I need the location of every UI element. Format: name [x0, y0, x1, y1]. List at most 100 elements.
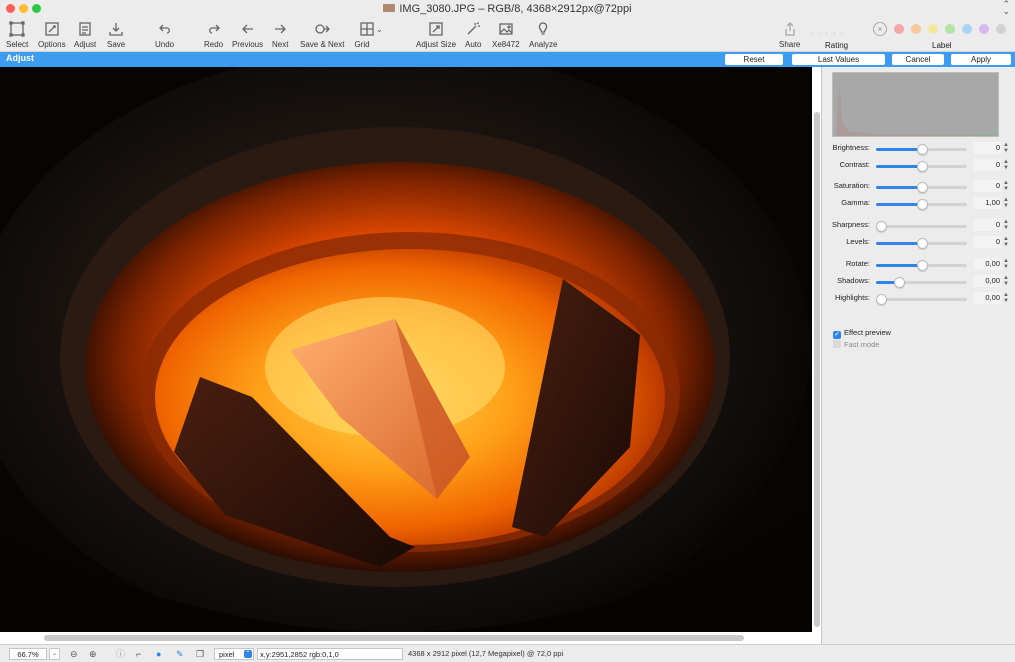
levels-stepper-icon[interactable]: ▲ ▼	[1003, 236, 1009, 248]
label-yellow[interactable]	[928, 24, 938, 34]
share-label: Share	[779, 40, 801, 49]
fast-mode-checkbox[interactable]: Fast mode	[833, 340, 879, 349]
sharpness-label: Sharpness:	[832, 220, 870, 229]
highlights-value-field[interactable]: 0,00	[974, 292, 1001, 304]
adjust-size-button[interactable]: Adjust Size	[416, 21, 456, 49]
shadows-slider[interactable]	[876, 277, 967, 288]
share-button[interactable]: Share	[779, 21, 800, 49]
previous-button[interactable]: Previous	[232, 21, 263, 49]
save-icon	[109, 23, 123, 36]
zoom-dropdown-icon[interactable]: ⌄	[49, 648, 60, 660]
options-button[interactable]: Options	[38, 21, 66, 49]
gamma-slider[interactable]	[876, 199, 967, 210]
brightness-value-field[interactable]: 0	[974, 142, 1001, 154]
zoom-out-icon[interactable]: ⊖	[70, 648, 78, 660]
levels-slider-fill	[876, 242, 922, 245]
shadows-slider-knob[interactable]	[893, 277, 905, 288]
no-label-icon[interactable]: ×	[873, 22, 887, 36]
select-tool-button[interactable]: Select	[6, 21, 28, 49]
label-gray[interactable]	[996, 24, 1006, 34]
highlights-slider-knob[interactable]	[876, 294, 887, 305]
sharpness-slider[interactable]	[876, 221, 967, 232]
redo-button[interactable]: Redo	[204, 21, 223, 49]
gamma-stepper-icon[interactable]: ▲ ▼	[1003, 197, 1009, 209]
auto-button[interactable]: Auto	[465, 21, 481, 49]
zoom-in-icon[interactable]: ⊕	[89, 648, 97, 660]
undo-icon	[158, 24, 170, 34]
toolbar: IMG_3080.JPG – RGB/8, 4368×2912px@72ppi …	[0, 0, 1015, 52]
vertical-scrollbar[interactable]	[814, 112, 820, 627]
save-button[interactable]: Save	[107, 21, 125, 49]
adjust-label: Adjust	[74, 40, 97, 49]
fast-mode-label: Fast mode	[844, 340, 880, 349]
contrast-label: Contrast:	[839, 160, 870, 169]
label-orange[interactable]	[911, 24, 921, 34]
undo-button[interactable]: Undo	[155, 21, 174, 49]
highlights-slider[interactable]	[876, 294, 967, 305]
rating-stars[interactable]: ·····	[810, 29, 848, 38]
info-icon[interactable]: ⓘ	[116, 648, 125, 660]
xe-button[interactable]: Xe8472	[492, 21, 520, 49]
effect-preview-checkbox[interactable]: ✓ Effect preview	[833, 328, 891, 339]
checkmark-icon: ✓	[833, 331, 841, 339]
options-icon	[45, 22, 59, 36]
label-purple[interactable]	[979, 24, 989, 34]
contrast-value-field[interactable]: 0	[974, 159, 1001, 171]
rotate-slider[interactable]	[876, 260, 967, 271]
gamma-value-field[interactable]: 1,00	[974, 197, 1001, 209]
label-blue[interactable]	[962, 24, 972, 34]
levels-slider[interactable]	[876, 238, 967, 249]
crop-icon[interactable]: ⌐	[136, 648, 141, 660]
shadows-stepper-icon[interactable]: ▲ ▼	[1003, 275, 1009, 287]
options-label: Options	[38, 40, 66, 49]
globe-icon[interactable]: ●	[156, 648, 161, 660]
gamma-slider-knob[interactable]	[916, 199, 928, 210]
slider-row: Contrast: 0 ▲ ▼	[823, 159, 1015, 172]
horizontal-scrollbar[interactable]	[44, 635, 744, 641]
rotate-slider-knob[interactable]	[916, 260, 928, 271]
grid-chevron-down-icon[interactable]: ⌄	[376, 24, 383, 36]
next-button[interactable]: Next	[272, 21, 288, 49]
label-red[interactable]	[894, 24, 904, 34]
saturation-slider-knob[interactable]	[916, 182, 928, 193]
toolbar-overflow-icon[interactable]: ⌃ ⌄	[1002, 0, 1010, 16]
saturation-stepper-icon[interactable]: ▲ ▼	[1003, 180, 1009, 192]
reset-button[interactable]: Reset	[725, 54, 783, 65]
contrast-slider-knob[interactable]	[916, 161, 928, 172]
contrast-slider[interactable]	[876, 161, 967, 172]
label-green[interactable]	[945, 24, 955, 34]
brightness-slider-knob[interactable]	[916, 144, 928, 155]
rotate-value-field[interactable]: 0,00	[974, 258, 1001, 270]
adjust-bar-title: Adjust	[6, 53, 34, 63]
wrench-icon[interactable]: ✎	[176, 648, 184, 660]
image-viewport[interactable]	[0, 67, 822, 644]
highlights-stepper-icon[interactable]: ▲ ▼	[1003, 292, 1009, 304]
label-label: Label	[932, 41, 952, 50]
rotate-stepper-icon[interactable]: ▲ ▼	[1003, 258, 1009, 270]
copy-icon[interactable]: ❐	[196, 648, 204, 660]
sharpness-stepper-icon[interactable]: ▲ ▼	[1003, 219, 1009, 231]
cancel-button[interactable]: Cancel	[892, 54, 944, 65]
apply-button[interactable]: Apply	[951, 54, 1011, 65]
save-next-button[interactable]: Save & Next	[300, 21, 344, 49]
last-values-button[interactable]: Last Values	[792, 54, 885, 65]
zoom-field[interactable]: 66.7%	[9, 648, 47, 660]
unit-select-value: pixel	[219, 650, 235, 659]
adjust-button[interactable]: Adjust	[74, 21, 96, 49]
analyze-button[interactable]: Analyze	[529, 21, 557, 49]
brightness-label: Brightness:	[832, 143, 870, 152]
contrast-stepper-icon[interactable]: ▲ ▼	[1003, 159, 1009, 171]
saturation-slider[interactable]	[876, 182, 967, 193]
brightness-stepper-icon[interactable]: ▲ ▼	[1003, 142, 1009, 154]
unit-select[interactable]: pixel ⌃	[214, 648, 254, 660]
sharpness-slider-knob[interactable]	[876, 221, 887, 232]
xe-label: Xe8472	[492, 40, 520, 49]
brightness-slider[interactable]	[876, 144, 967, 155]
slider-row: Highlights: 0,00 ▲ ▼	[823, 292, 1015, 305]
levels-slider-knob[interactable]	[916, 238, 928, 249]
levels-value-field[interactable]: 0	[974, 236, 1001, 248]
rating-label: Rating	[825, 41, 849, 50]
saturation-value-field[interactable]: 0	[974, 180, 1001, 192]
shadows-value-field[interactable]: 0,00	[974, 275, 1001, 287]
sharpness-value-field[interactable]: 0	[974, 219, 1001, 231]
